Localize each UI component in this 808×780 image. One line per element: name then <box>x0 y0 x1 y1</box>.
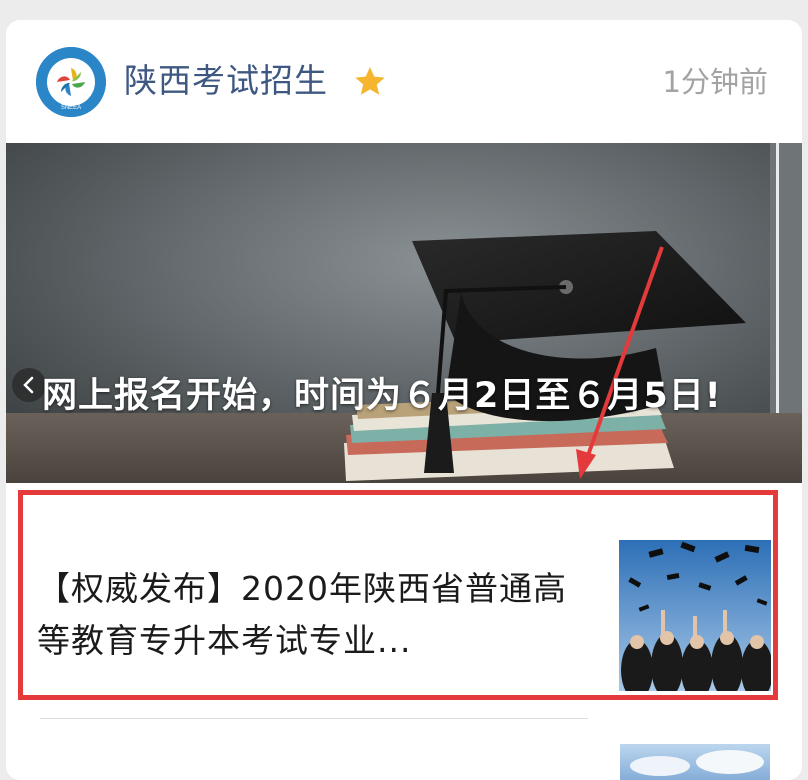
article-thumbnail[interactable] <box>619 540 771 691</box>
logo-emblem-icon: SNEEA <box>36 47 106 117</box>
banner-prev-button[interactable] <box>12 368 46 402</box>
feed-card: SNEEA 陕西考试招生 1分钟前 网上报名开始，时间为６月2日至６月5日! 【… <box>6 20 802 780</box>
logo-abbr: SNEEA <box>61 105 81 111</box>
graduation-photo <box>619 540 771 691</box>
list-divider <box>40 718 588 719</box>
next-article-thumbnail[interactable] <box>620 744 770 780</box>
banner-carousel[interactable]: 网上报名开始，时间为６月2日至６月5日! <box>6 143 802 483</box>
article-title[interactable]: 【权威发布】2020年陕西省普通高等教育专升本考试专业... <box>37 563 597 667</box>
account-header[interactable]: SNEEA 陕西考试招生 1分钟前 <box>6 20 802 142</box>
account-name[interactable]: 陕西考试招生 <box>124 58 328 104</box>
banner-image <box>6 143 802 483</box>
article-item[interactable]: 【权威发布】2020年陕西省普通高等教育专升本考试专业... <box>18 490 778 700</box>
chevron-left-icon <box>23 376 34 394</box>
star-icon <box>355 67 385 95</box>
post-timestamp: 1分钟前 <box>662 65 768 99</box>
banner-title[interactable]: 网上报名开始，时间为６月2日至６月5日! <box>42 371 758 421</box>
account-logo[interactable]: SNEEA <box>36 47 106 117</box>
next-article-photo <box>620 744 770 780</box>
